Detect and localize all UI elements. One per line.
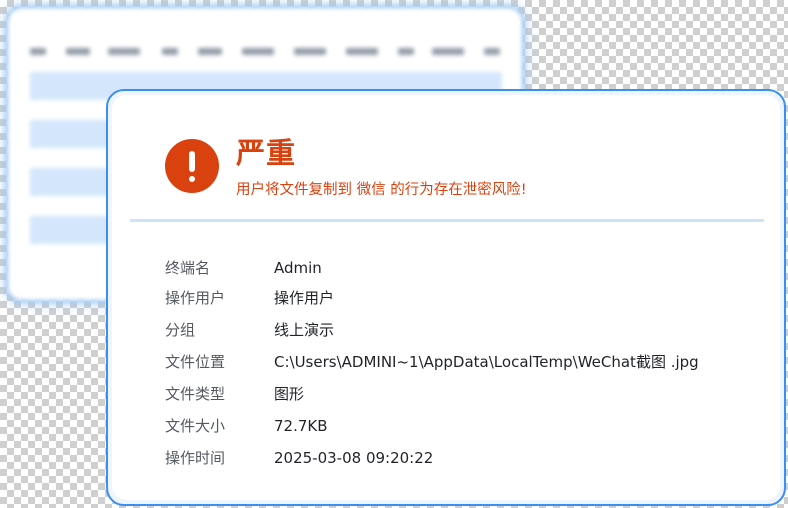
detail-value: 图形 [274, 385, 305, 403]
detail-value: 72.7KB [274, 417, 328, 435]
detail-label: 文件位置 [165, 353, 226, 371]
background-column-header [108, 48, 140, 55]
detail-label: 文件类型 [165, 385, 226, 403]
background-column-header [162, 48, 178, 55]
detail-value: 2025-03-08 09:20:22 [274, 449, 434, 467]
background-table-header [8, 44, 522, 60]
detail-label: 文件大小 [165, 417, 226, 435]
background-column-header [294, 48, 326, 55]
divider [130, 219, 764, 222]
background-column-header [484, 48, 500, 55]
background-column-header [346, 48, 378, 55]
detail-label: 操作时间 [165, 449, 226, 467]
severity-title: 严重 [236, 136, 297, 170]
exclamation-icon [165, 139, 219, 193]
detail-label: 终端名 [165, 259, 211, 277]
background-column-header [432, 48, 464, 55]
background-column-header [398, 48, 414, 55]
alert-message: 用户将文件复制到 微信 的行为存在泄密风险! [236, 182, 527, 198]
alert-card-body: 严重 用户将文件复制到 微信 的行为存在泄密风险! 终端名 Admin 操作用户… [112, 95, 780, 500]
alert-card: 严重 用户将文件复制到 微信 的行为存在泄密风险! 终端名 Admin 操作用户… [106, 89, 786, 506]
background-column-header [198, 48, 222, 55]
background-column-header [30, 48, 46, 55]
detail-value: C:\Users\ADMINI~1\AppData\LocalTemp\WeCh… [274, 353, 699, 371]
background-column-header [242, 48, 274, 55]
detail-value: 线上演示 [274, 321, 335, 339]
detail-value: Admin [274, 259, 322, 277]
exclamation-bar [189, 151, 195, 172]
detail-label: 分组 [165, 321, 196, 339]
exclamation-dot [189, 176, 195, 182]
background-column-header [66, 48, 90, 55]
detail-value: 操作用户 [274, 289, 335, 307]
detail-label: 操作用户 [165, 289, 226, 307]
